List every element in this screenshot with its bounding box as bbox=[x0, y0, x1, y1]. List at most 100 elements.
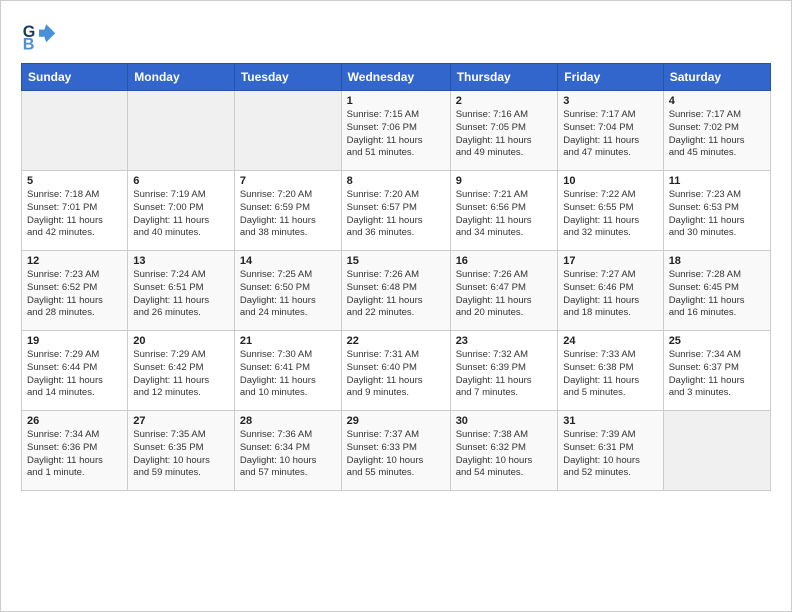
day-number: 22 bbox=[347, 335, 445, 347]
calendar-cell: 5 Sunrise: 7:18 AM Sunset: 7:01 PM Daylig… bbox=[22, 171, 128, 251]
day-number: 27 bbox=[133, 415, 229, 427]
day-info: Sunrise: 7:20 AM Sunset: 6:57 PM Dayligh… bbox=[347, 189, 445, 240]
calendar-cell: 14 Sunrise: 7:25 AM Sunset: 6:50 PM Dayli… bbox=[234, 251, 341, 331]
calendar-header-row: SundayMondayTuesdayWednesdayThursdayFrid… bbox=[22, 64, 771, 91]
day-number: 15 bbox=[347, 255, 445, 267]
day-info: Sunrise: 7:17 AM Sunset: 7:02 PM Dayligh… bbox=[669, 109, 765, 160]
day-number: 14 bbox=[240, 255, 336, 267]
calendar-cell: 9 Sunrise: 7:21 AM Sunset: 6:56 PM Daylig… bbox=[450, 171, 558, 251]
weekday-header-sunday: Sunday bbox=[22, 64, 128, 91]
calendar-cell: 4 Sunrise: 7:17 AM Sunset: 7:02 PM Daylig… bbox=[663, 91, 770, 171]
day-info: Sunrise: 7:25 AM Sunset: 6:50 PM Dayligh… bbox=[240, 269, 336, 320]
day-info: Sunrise: 7:19 AM Sunset: 7:00 PM Dayligh… bbox=[133, 189, 229, 240]
day-number: 2 bbox=[456, 95, 553, 107]
calendar-cell: 11 Sunrise: 7:23 AM Sunset: 6:53 PM Dayli… bbox=[663, 171, 770, 251]
calendar-cell: 17 Sunrise: 7:27 AM Sunset: 6:46 PM Dayli… bbox=[558, 251, 663, 331]
day-number: 8 bbox=[347, 175, 445, 187]
day-info: Sunrise: 7:15 AM Sunset: 7:06 PM Dayligh… bbox=[347, 109, 445, 160]
calendar-cell: 28 Sunrise: 7:36 AM Sunset: 6:34 PM Dayli… bbox=[234, 411, 341, 491]
svg-text:B: B bbox=[23, 35, 35, 53]
day-info: Sunrise: 7:28 AM Sunset: 6:45 PM Dayligh… bbox=[669, 269, 765, 320]
day-number: 29 bbox=[347, 415, 445, 427]
calendar-cell: 1 Sunrise: 7:15 AM Sunset: 7:06 PM Daylig… bbox=[341, 91, 450, 171]
day-info: Sunrise: 7:27 AM Sunset: 6:46 PM Dayligh… bbox=[563, 269, 657, 320]
day-number: 3 bbox=[563, 95, 657, 107]
calendar-cell: 30 Sunrise: 7:38 AM Sunset: 6:32 PM Dayli… bbox=[450, 411, 558, 491]
day-number: 31 bbox=[563, 415, 657, 427]
day-number: 24 bbox=[563, 335, 657, 347]
day-info: Sunrise: 7:32 AM Sunset: 6:39 PM Dayligh… bbox=[456, 349, 553, 400]
calendar-cell: 7Sunrise: 7:20 AM Sunset: 6:59 PM Daylig… bbox=[234, 171, 341, 251]
calendar-cell: 3 Sunrise: 7:17 AM Sunset: 7:04 PM Daylig… bbox=[558, 91, 663, 171]
day-info: Sunrise: 7:21 AM Sunset: 6:56 PM Dayligh… bbox=[456, 189, 553, 240]
weekday-header-thursday: Thursday bbox=[450, 64, 558, 91]
day-number: 13 bbox=[133, 255, 229, 267]
day-number: 21 bbox=[240, 335, 336, 347]
day-info: Sunrise: 7:23 AM Sunset: 6:53 PM Dayligh… bbox=[669, 189, 765, 240]
calendar-cell: 21Sunrise: 7:30 AM Sunset: 6:41 PM Dayli… bbox=[234, 331, 341, 411]
weekday-header-monday: Monday bbox=[128, 64, 235, 91]
day-number: 4 bbox=[669, 95, 765, 107]
day-info: Sunrise: 7:36 AM Sunset: 6:34 PM Dayligh… bbox=[240, 429, 336, 480]
logo: G B bbox=[21, 17, 61, 53]
day-info: Sunrise: 7:23 AM Sunset: 6:52 PM Dayligh… bbox=[27, 269, 122, 320]
calendar-cell: 10 Sunrise: 7:22 AM Sunset: 6:55 PM Dayli… bbox=[558, 171, 663, 251]
day-info: Sunrise: 7:22 AM Sunset: 6:55 PM Dayligh… bbox=[563, 189, 657, 240]
day-info: Sunrise: 7:38 AM Sunset: 6:32 PM Dayligh… bbox=[456, 429, 553, 480]
day-number: 12 bbox=[27, 255, 122, 267]
calendar-cell: 25 Sunrise: 7:34 AM Sunset: 6:37 PM Dayli… bbox=[663, 331, 770, 411]
day-number: 26 bbox=[27, 415, 122, 427]
calendar-cell: 15 Sunrise: 7:26 AM Sunset: 6:48 PM Dayli… bbox=[341, 251, 450, 331]
day-info: Sunrise: 7:35 AM Sunset: 6:35 PM Dayligh… bbox=[133, 429, 229, 480]
day-info: Sunrise: 7:29 AM Sunset: 6:44 PM Dayligh… bbox=[27, 349, 122, 400]
weekday-header-friday: Friday bbox=[558, 64, 663, 91]
day-info: Sunrise: 7:26 AM Sunset: 6:48 PM Dayligh… bbox=[347, 269, 445, 320]
day-info: Sunrise: 7:29 AM Sunset: 6:42 PM Dayligh… bbox=[133, 349, 229, 400]
weekday-header-tuesday: Tuesday bbox=[234, 64, 341, 91]
calendar-cell: 26 Sunrise: 7:34 AM Sunset: 6:36 PM Dayli… bbox=[22, 411, 128, 491]
calendar-cell: 24 Sunrise: 7:33 AM Sunset: 6:38 PM Dayli… bbox=[558, 331, 663, 411]
calendar-cell: 23Sunrise: 7:32 AM Sunset: 6:39 PM Dayli… bbox=[450, 331, 558, 411]
day-number: 10 bbox=[563, 175, 657, 187]
day-number: 6 bbox=[133, 175, 229, 187]
calendar-cell bbox=[22, 91, 128, 171]
calendar-cell: 22 Sunrise: 7:31 AM Sunset: 6:40 PM Dayli… bbox=[341, 331, 450, 411]
day-info: Sunrise: 7:31 AM Sunset: 6:40 PM Dayligh… bbox=[347, 349, 445, 400]
calendar-cell: 31 Sunrise: 7:39 AM Sunset: 6:31 PM Dayli… bbox=[558, 411, 663, 491]
calendar-cell bbox=[234, 91, 341, 171]
calendar-cell bbox=[128, 91, 235, 171]
calendar-cell: 16 Sunrise: 7:26 AM Sunset: 6:47 PM Dayli… bbox=[450, 251, 558, 331]
calendar-cell: 2 Sunrise: 7:16 AM Sunset: 7:05 PM Daylig… bbox=[450, 91, 558, 171]
day-number: 25 bbox=[669, 335, 765, 347]
calendar-header: G B bbox=[21, 17, 771, 53]
calendar-cell: 8 Sunrise: 7:20 AM Sunset: 6:57 PM Daylig… bbox=[341, 171, 450, 251]
calendar-cell: 6 Sunrise: 7:19 AM Sunset: 7:00 PM Daylig… bbox=[128, 171, 235, 251]
day-info: Sunrise: 7:20 AM Sunset: 6:59 PM Dayligh… bbox=[240, 189, 336, 240]
day-number: 18 bbox=[669, 255, 765, 267]
day-number: 16 bbox=[456, 255, 553, 267]
calendar-table: SundayMondayTuesdayWednesdayThursdayFrid… bbox=[21, 63, 771, 491]
day-number: 1 bbox=[347, 95, 445, 107]
day-info: Sunrise: 7:24 AM Sunset: 6:51 PM Dayligh… bbox=[133, 269, 229, 320]
day-info: Sunrise: 7:18 AM Sunset: 7:01 PM Dayligh… bbox=[27, 189, 122, 240]
logo-icon: G B bbox=[21, 17, 57, 53]
day-info: Sunrise: 7:26 AM Sunset: 6:47 PM Dayligh… bbox=[456, 269, 553, 320]
weekday-header-saturday: Saturday bbox=[663, 64, 770, 91]
day-info: Sunrise: 7:33 AM Sunset: 6:38 PM Dayligh… bbox=[563, 349, 657, 400]
calendar-cell: 27 Sunrise: 7:35 AM Sunset: 6:35 PM Dayli… bbox=[128, 411, 235, 491]
day-number: 19 bbox=[27, 335, 122, 347]
calendar-cell: 18 Sunrise: 7:28 AM Sunset: 6:45 PM Dayli… bbox=[663, 251, 770, 331]
day-number: 9 bbox=[456, 175, 553, 187]
day-number: 28 bbox=[240, 415, 336, 427]
day-info: Sunrise: 7:34 AM Sunset: 6:36 PM Dayligh… bbox=[27, 429, 122, 480]
day-info: Sunrise: 7:34 AM Sunset: 6:37 PM Dayligh… bbox=[669, 349, 765, 400]
weekday-header-wednesday: Wednesday bbox=[341, 64, 450, 91]
day-number: 5 bbox=[27, 175, 122, 187]
day-number: 30 bbox=[456, 415, 553, 427]
day-number: 20 bbox=[133, 335, 229, 347]
day-number: 17 bbox=[563, 255, 657, 267]
day-info: Sunrise: 7:17 AM Sunset: 7:04 PM Dayligh… bbox=[563, 109, 657, 160]
day-info: Sunrise: 7:16 AM Sunset: 7:05 PM Dayligh… bbox=[456, 109, 553, 160]
day-number: 11 bbox=[669, 175, 765, 187]
day-info: Sunrise: 7:39 AM Sunset: 6:31 PM Dayligh… bbox=[563, 429, 657, 480]
